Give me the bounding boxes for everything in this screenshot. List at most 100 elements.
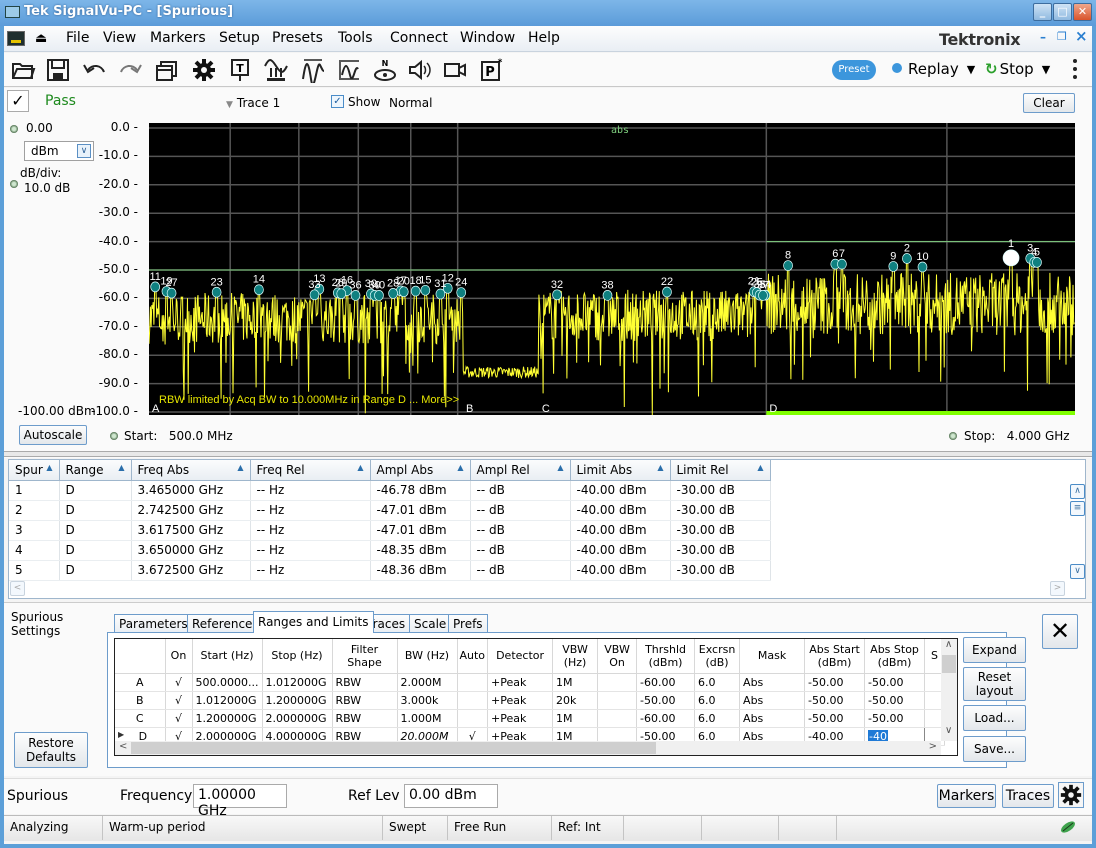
- markers-button[interactable]: Markers: [937, 784, 996, 808]
- settings-gear-icon[interactable]: [190, 57, 218, 83]
- replay-button[interactable]: Replay ▼: [892, 60, 975, 78]
- grid-cell-excrsn[interactable]: 6.0: [694, 673, 741, 692]
- grid-cell-bw[interactable]: 1.000M: [397, 709, 458, 728]
- scroll-left-icon[interactable]: <: [10, 581, 25, 596]
- menu-setup[interactable]: Setup: [219, 30, 260, 46]
- tab-ranges-and-limits[interactable]: Ranges and Limits: [253, 611, 374, 633]
- col-limit-abs[interactable]: Limit Abs ▲: [570, 460, 671, 481]
- grid-cell-vbw-on[interactable]: [597, 709, 638, 728]
- menu-markers[interactable]: Markers: [150, 30, 206, 46]
- scroll-thumb[interactable]: [131, 742, 656, 754]
- col-freq-abs[interactable]: Freq Abs ▲: [131, 460, 251, 481]
- amplitude-icon[interactable]: [335, 57, 363, 83]
- stop-frequency[interactable]: Stop: 4.000 GHz: [964, 429, 1070, 443]
- menu-window[interactable]: Window: [460, 30, 515, 46]
- traces-button[interactable]: Traces: [1002, 784, 1054, 808]
- scroll-up-icon[interactable]: ∧: [1070, 484, 1085, 499]
- grid-cell-mask[interactable]: Abs: [739, 691, 806, 710]
- minimize-button[interactable]: _: [1033, 3, 1052, 21]
- load-button[interactable]: Load...: [963, 705, 1026, 731]
- grid-cell-vbw-on[interactable]: [597, 691, 638, 710]
- panel-splitter[interactable]: [4, 451, 1092, 457]
- range-row-b[interactable]: B √ 1.012000G 1.200000G RBW 3.000k +Peak 20k -50…: [115, 691, 946, 710]
- tab-reference[interactable]: Reference: [187, 614, 258, 633]
- show-trace-checkbox[interactable]: ✓: [331, 95, 344, 108]
- grid-cell-start[interactable]: 1.012000G: [192, 691, 263, 710]
- grid-cell-detector[interactable]: +Peak: [487, 691, 554, 710]
- stop-value[interactable]: 4.000 GHz: [1007, 429, 1070, 443]
- grid-cell-abs-stop[interactable]: -50.00: [864, 709, 926, 728]
- grid-cell-abs-stop[interactable]: -50.00: [864, 673, 926, 692]
- col-ampl-abs[interactable]: Ampl Abs ▲: [370, 460, 471, 481]
- windows-icon[interactable]: [153, 57, 181, 83]
- col-ampl-rel[interactable]: Ampl Rel ▲: [470, 460, 571, 481]
- audio-icon[interactable]: [406, 57, 434, 83]
- grid-cell-filter[interactable]: RBW: [332, 673, 398, 692]
- spectrum-plot[interactable]: 12 3456 78 9 1011 121314 1516 17 1819 20 212223 24 2…: [149, 123, 1075, 415]
- pass-fail-toggle[interactable]: ✓: [7, 90, 29, 112]
- rbw-message-link[interactable]: RBW limited by Acq BW to 10.000MHz in Ra…: [159, 394, 459, 406]
- scroll-thumb[interactable]: [942, 655, 956, 673]
- grid-cell-abs-start[interactable]: -50.00: [804, 673, 866, 692]
- preset-p-icon[interactable]: P *: [478, 57, 506, 83]
- col-freq-rel[interactable]: Freq Rel ▲: [250, 460, 371, 481]
- range-row-c[interactable]: C √ 1.200000G 2.000000G RBW 1.000M +Peak 1M -60.…: [115, 709, 946, 728]
- grid-horizontal-scrollbar[interactable]: < >: [115, 741, 941, 755]
- col-range[interactable]: Range ▲: [59, 460, 132, 481]
- grid-cell-detector[interactable]: +Peak: [487, 673, 554, 692]
- close-window-button[interactable]: ✕: [1073, 3, 1092, 21]
- grid-cell-stop[interactable]: 2.000000G: [262, 709, 333, 728]
- scroll-thumb[interactable]: ≡: [1070, 501, 1085, 516]
- grid-cell-mask[interactable]: Abs: [739, 673, 806, 692]
- col-limit-rel[interactable]: Limit Rel ▲: [670, 460, 771, 481]
- ref-level-value[interactable]: 0.00: [26, 121, 53, 135]
- grid-cell-vbw-on[interactable]: [597, 673, 638, 692]
- autoscale-button[interactable]: Autoscale: [19, 425, 87, 445]
- start-value[interactable]: 500.0 MHz: [169, 429, 233, 443]
- grid-cell-auto[interactable]: [457, 673, 489, 692]
- maximize-button[interactable]: □: [1053, 3, 1072, 21]
- dbdiv-value[interactable]: 10.0 dB: [24, 181, 70, 195]
- grid-cell-excrsn[interactable]: 6.0: [694, 691, 741, 710]
- settings-gear-button[interactable]: [1058, 782, 1084, 808]
- trace-selector[interactable]: ▼ Trace 1: [226, 96, 280, 110]
- menu-presets[interactable]: Presets: [272, 30, 323, 46]
- stop-knob-icon[interactable]: [949, 432, 957, 440]
- undo-icon[interactable]: [81, 57, 109, 83]
- more-options-icon[interactable]: [1071, 59, 1079, 81]
- grid-cell-excrsn[interactable]: 6.0: [694, 709, 741, 728]
- table-row[interactable]: 3 D 3.617500 GHz -- Hz -47.01 dBm -- dB -40.00…: [9, 520, 771, 541]
- scroll-right-icon[interactable]: >: [1050, 581, 1065, 596]
- grid-cell-bw[interactable]: 2.000M: [397, 673, 458, 692]
- grid-cell-abs-stop[interactable]: -50.00: [864, 691, 926, 710]
- start-knob-icon[interactable]: [110, 432, 118, 440]
- grid-cell-thrshld[interactable]: -60.00: [636, 673, 696, 692]
- grid-cell-stop[interactable]: 1.200000G: [262, 691, 333, 710]
- replay-dropdown-icon[interactable]: ▼: [967, 63, 975, 76]
- close-settings-button[interactable]: ✕: [1042, 614, 1078, 649]
- ref-level-knob-icon[interactable]: [10, 125, 18, 133]
- grid-cell-on[interactable]: √: [165, 691, 193, 710]
- open-folder-icon[interactable]: [9, 57, 37, 83]
- scroll-down-icon[interactable]: ∨: [1070, 564, 1085, 579]
- grid-cell-bw[interactable]: 3.000k: [397, 691, 458, 710]
- eject-icon[interactable]: ⏏: [35, 31, 47, 46]
- grid-cell-abs-start[interactable]: -50.00: [804, 691, 866, 710]
- grid-cell-filter[interactable]: RBW: [332, 691, 398, 710]
- grid-cell-thrshld[interactable]: -50.00: [636, 691, 696, 710]
- clear-button[interactable]: Clear: [1023, 93, 1075, 113]
- grid-cell-stop[interactable]: 1.012000G: [262, 673, 333, 692]
- replay-disk-icon[interactable]: N: [371, 57, 399, 83]
- menu-help[interactable]: Help: [528, 30, 560, 46]
- col-spur[interactable]: Spur ▲: [9, 460, 60, 481]
- grid-cell-auto[interactable]: [457, 691, 489, 710]
- ref-level-input[interactable]: 0.00 dBm: [404, 784, 498, 808]
- camera-icon[interactable]: [441, 57, 469, 83]
- tab-prefs[interactable]: Prefs: [448, 614, 488, 633]
- grid-cell-abs-start[interactable]: -50.00: [804, 709, 866, 728]
- reset-layout-button[interactable]: Reset layout: [963, 667, 1026, 701]
- menu-file[interactable]: File: [66, 30, 89, 46]
- table-row[interactable]: 1 D 3.465000 GHz -- Hz -46.78 dBm -- dB -40.00…: [9, 480, 771, 501]
- menu-tools[interactable]: Tools: [338, 30, 373, 46]
- table-row[interactable]: 5 D 3.672500 GHz -- Hz -48.36 dBm -- dB -40.00…: [9, 560, 771, 581]
